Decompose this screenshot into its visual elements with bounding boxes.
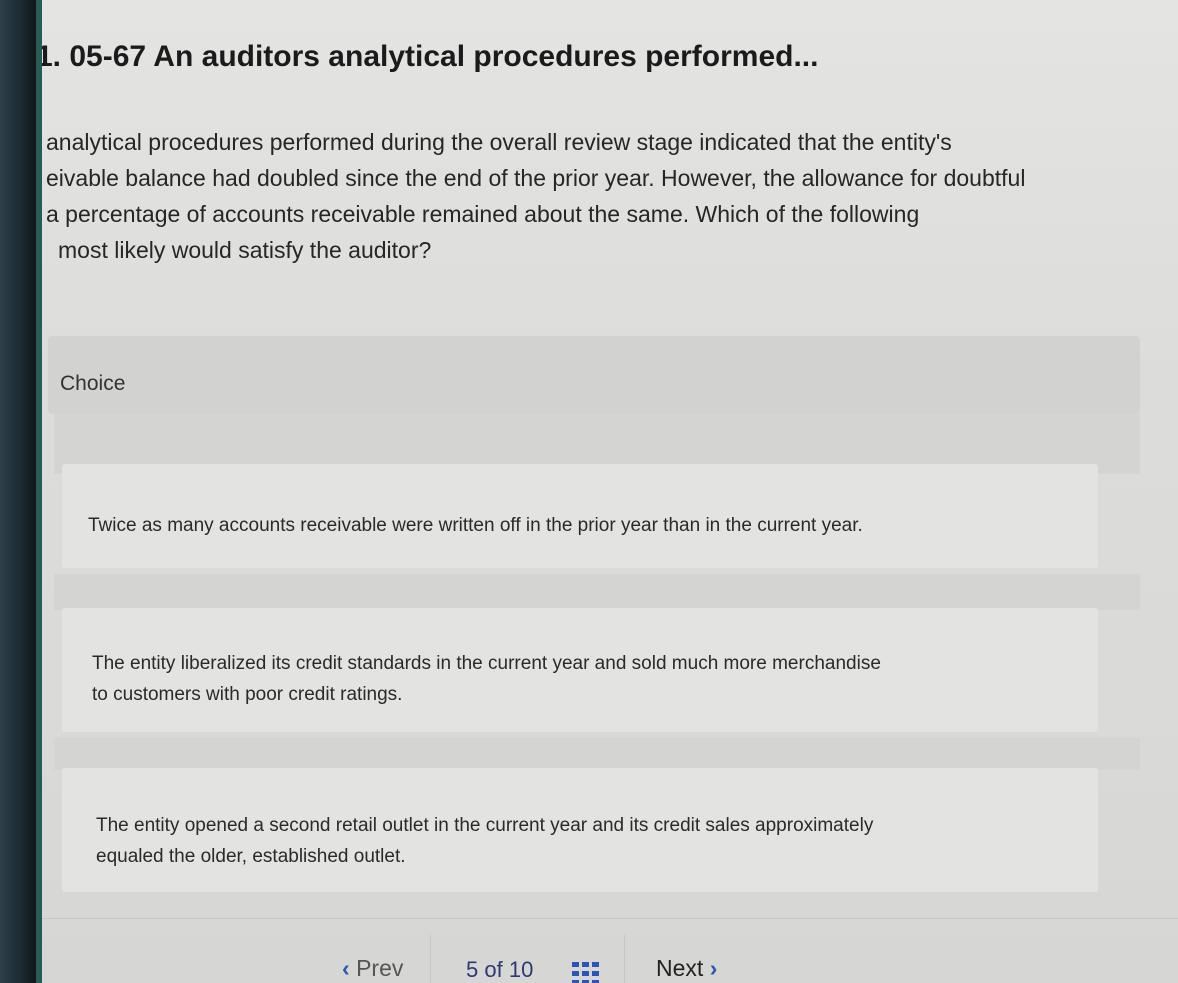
chevron-left-icon: ‹: [342, 955, 350, 981]
prev-label: Prev: [356, 955, 404, 981]
choice-option-3[interactable]: The entity opened a second retail outlet…: [62, 768, 1098, 892]
question-line: eivable balance had doubled since the en…: [46, 165, 1026, 191]
page-of: of: [484, 957, 503, 982]
spacer-band: [54, 574, 1140, 610]
page-indicator: 5 of 10: [466, 957, 533, 983]
chevron-right-icon: ›: [709, 955, 718, 981]
spacer-band: [54, 738, 1140, 770]
question-line: a percentage of accounts receivable rema…: [46, 201, 920, 227]
choice-header-label: Choice: [60, 372, 126, 395]
choice-option-text: The entity liberalized its credit standa…: [92, 653, 881, 705]
quiz-screen: 1. 05-67 An auditors analytical procedur…: [42, 0, 1178, 983]
next-label: Next: [656, 955, 704, 981]
choice-option-text: The entity opened a second retail outlet…: [96, 815, 874, 867]
next-button[interactable]: Next ›: [656, 955, 717, 982]
grid-icon[interactable]: [572, 962, 600, 983]
footer-separator: [430, 935, 431, 983]
choice-option-text: Twice as many accounts receivable were w…: [88, 515, 863, 536]
choice-option-2[interactable]: The entity liberalized its credit standa…: [62, 608, 1098, 732]
question-line: analytical procedures performed during t…: [46, 129, 952, 155]
page-current: 5: [466, 957, 479, 982]
choice-option-1[interactable]: Twice as many accounts receivable were w…: [62, 464, 1098, 568]
prev-button[interactable]: ‹ Prev: [342, 955, 403, 982]
choice-header: Choice: [48, 336, 1140, 414]
question-text: analytical procedures performed during t…: [46, 124, 1156, 268]
question-title: 1. 05-67 An auditors analytical procedur…: [42, 40, 819, 73]
footer-separator: [624, 935, 625, 983]
question-line: most likely would satisfy the auditor?: [58, 237, 432, 263]
monitor-bezel: [0, 0, 36, 983]
page-total: 10: [508, 957, 534, 982]
footer-divider: [42, 918, 1178, 919]
